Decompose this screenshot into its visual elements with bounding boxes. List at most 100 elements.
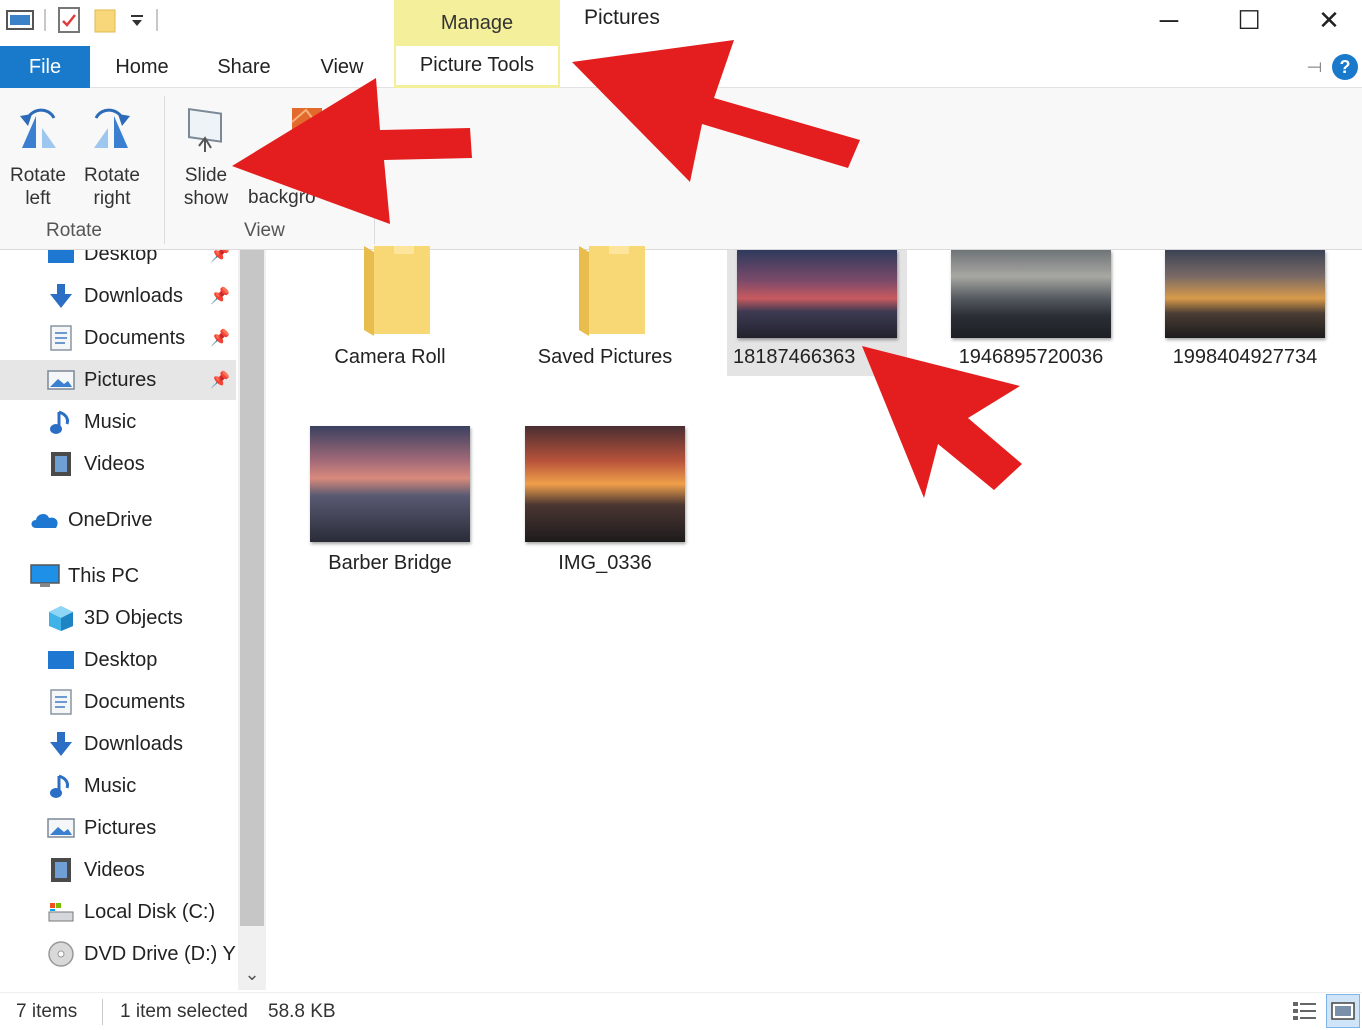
scroll-down-icon[interactable]: ⌄ [240, 964, 264, 990]
onedrive-icon [30, 505, 60, 535]
view-group-label: View [244, 220, 285, 242]
file-item-1998404927734[interactable]: 1998404927734 [1155, 250, 1335, 374]
nav-item-label: Desktop [84, 649, 157, 672]
file-name: Barber Bridge [300, 552, 480, 575]
nav-item-label: Pictures [84, 369, 156, 392]
properties-icon[interactable] [56, 6, 82, 34]
new-folder-icon[interactable] [92, 6, 118, 34]
file-name: IMG_0336 [515, 552, 695, 575]
nav-item-label: Local Disk (C:) [84, 901, 215, 924]
nav-item-onedrive[interactable]: OneDrive [0, 500, 236, 540]
file-item-barber-bridge[interactable]: Barber Bridge [300, 426, 480, 556]
nav-item-music[interactable]: Music [0, 402, 236, 442]
customize-qat-icon[interactable] [128, 10, 146, 30]
nav-item-documents[interactable]: Documents 📌 [0, 318, 236, 358]
nav-item-label: DVD Drive (D:) Y [84, 943, 236, 966]
downloads-icon [46, 281, 76, 311]
qat-separator [44, 9, 46, 31]
file-item-camera-roll[interactable]: Camera Roll [300, 250, 480, 374]
this-pc-icon [30, 561, 60, 591]
navigation-pane: Desktop 📌 Downloads 📌 Documents 📌 Pictur… [0, 250, 238, 990]
image-thumbnail [310, 426, 470, 542]
set-background-button[interactable]: backgro [244, 102, 340, 209]
nav-item-label: Desktop [84, 250, 157, 266]
file-name: 1998404927734 [1155, 346, 1335, 369]
nav-item-videos[interactable]: Videos [0, 850, 236, 890]
rotate-left-icon [8, 102, 68, 158]
rotate-left-label-2: left [25, 188, 50, 209]
nav-item-desktop[interactable]: Desktop 📌 [0, 250, 236, 274]
nav-item-local-disk[interactable]: Local Disk (C:) [0, 892, 236, 932]
ribbon-panel: Rotate left Rotate right Rotate Slide sh… [0, 88, 1362, 250]
minimize-button[interactable]: ─ [1132, 0, 1206, 40]
nav-item-label: This PC [68, 565, 139, 588]
documents-icon [46, 323, 76, 353]
quick-access-toolbar [6, 6, 158, 34]
pin-icon[interactable]: 📌 [210, 286, 230, 306]
pin-icon[interactable]: 📌 [210, 370, 230, 390]
image-thumbnail [525, 426, 685, 542]
nav-item-label: Documents [84, 691, 185, 714]
nav-scrollbar-thumb[interactable] [240, 250, 264, 926]
tab-picture-tools[interactable]: Picture Tools [394, 46, 560, 88]
rotate-right-button[interactable]: Rotate right [76, 102, 148, 210]
nav-item-label: Music [84, 775, 136, 798]
rotate-right-label-2: right [94, 188, 131, 209]
slide-show-button[interactable]: Slide show [170, 102, 242, 210]
rotate-right-icon [82, 102, 142, 158]
nav-item-pictures[interactable]: Pictures 📌 [0, 360, 236, 400]
nav-item-videos[interactable]: Videos [0, 444, 236, 484]
videos-icon [46, 855, 76, 885]
selection-size: 58.8 KB [268, 1001, 336, 1023]
nav-item-dvd-drive[interactable]: DVD Drive (D:) Y [0, 934, 236, 974]
dvd-drive-icon [46, 939, 76, 969]
file-item-1946895720036[interactable]: 1946895720036 [941, 250, 1121, 374]
window-icon[interactable] [6, 8, 34, 32]
tab-home[interactable]: Home [100, 46, 184, 88]
file-name: Camera Roll [300, 346, 480, 369]
image-thumbnail [737, 250, 897, 338]
documents-icon [46, 687, 76, 717]
nav-item-label: OneDrive [68, 509, 152, 532]
details-view-button[interactable] [1288, 994, 1322, 1028]
nav-item-label: Downloads [84, 285, 183, 308]
set-background-label: backgro [244, 186, 340, 209]
large-icons-view-icon [1331, 1001, 1355, 1021]
pin-icon[interactable]: 📌 [210, 250, 230, 264]
music-icon [46, 771, 76, 801]
qat-separator [156, 9, 158, 31]
nav-item-pictures[interactable]: Pictures [0, 808, 236, 848]
slide-show-label-1: Slide [185, 165, 227, 186]
nav-item-music[interactable]: Music [0, 766, 236, 806]
nav-item-this-pc[interactable]: This PC [0, 556, 236, 596]
ribbon-tabs: File Home Share View Picture Tools ⟞ ? [0, 46, 1362, 88]
file-list: Camera Roll Saved Pictures 18187466363 1… [266, 250, 1362, 990]
maximize-button[interactable]: ☐ [1212, 0, 1286, 40]
file-name: 1946895720036 [941, 346, 1121, 369]
rotate-group-label: Rotate [46, 220, 102, 242]
file-item-img-0336[interactable]: IMG_0336 [515, 426, 695, 556]
file-name: Saved Pictures [515, 346, 695, 369]
pin-ribbon-icon[interactable]: ⟞ [1307, 56, 1322, 77]
tab-view[interactable]: View [304, 46, 380, 88]
window-title: Pictures [584, 6, 660, 30]
nav-item-downloads[interactable]: Downloads 📌 [0, 276, 236, 316]
rotate-left-button[interactable]: Rotate left [2, 102, 74, 210]
close-button[interactable]: ✕ [1292, 0, 1362, 40]
file-item-18187466363[interactable]: 18187466363 [727, 250, 907, 376]
file-name: 18187466363 [727, 346, 907, 369]
file-item-saved-pictures[interactable]: Saved Pictures [515, 250, 695, 374]
pin-icon[interactable]: 📌 [210, 328, 230, 348]
videos-icon [46, 449, 76, 479]
tab-file[interactable]: File [0, 46, 90, 88]
nav-item-desktop[interactable]: Desktop [0, 640, 236, 680]
desktop-icon [46, 645, 76, 675]
help-icon[interactable]: ? [1332, 54, 1358, 80]
nav-item-3d-objects[interactable]: 3D Objects [0, 598, 236, 638]
tab-share[interactable]: Share [204, 46, 284, 88]
nav-item-downloads[interactable]: Downloads [0, 724, 236, 764]
3d-objects-icon [46, 603, 76, 633]
large-icons-view-button[interactable] [1326, 994, 1360, 1028]
nav-item-label: Music [84, 411, 136, 434]
nav-item-documents[interactable]: Documents [0, 682, 236, 722]
